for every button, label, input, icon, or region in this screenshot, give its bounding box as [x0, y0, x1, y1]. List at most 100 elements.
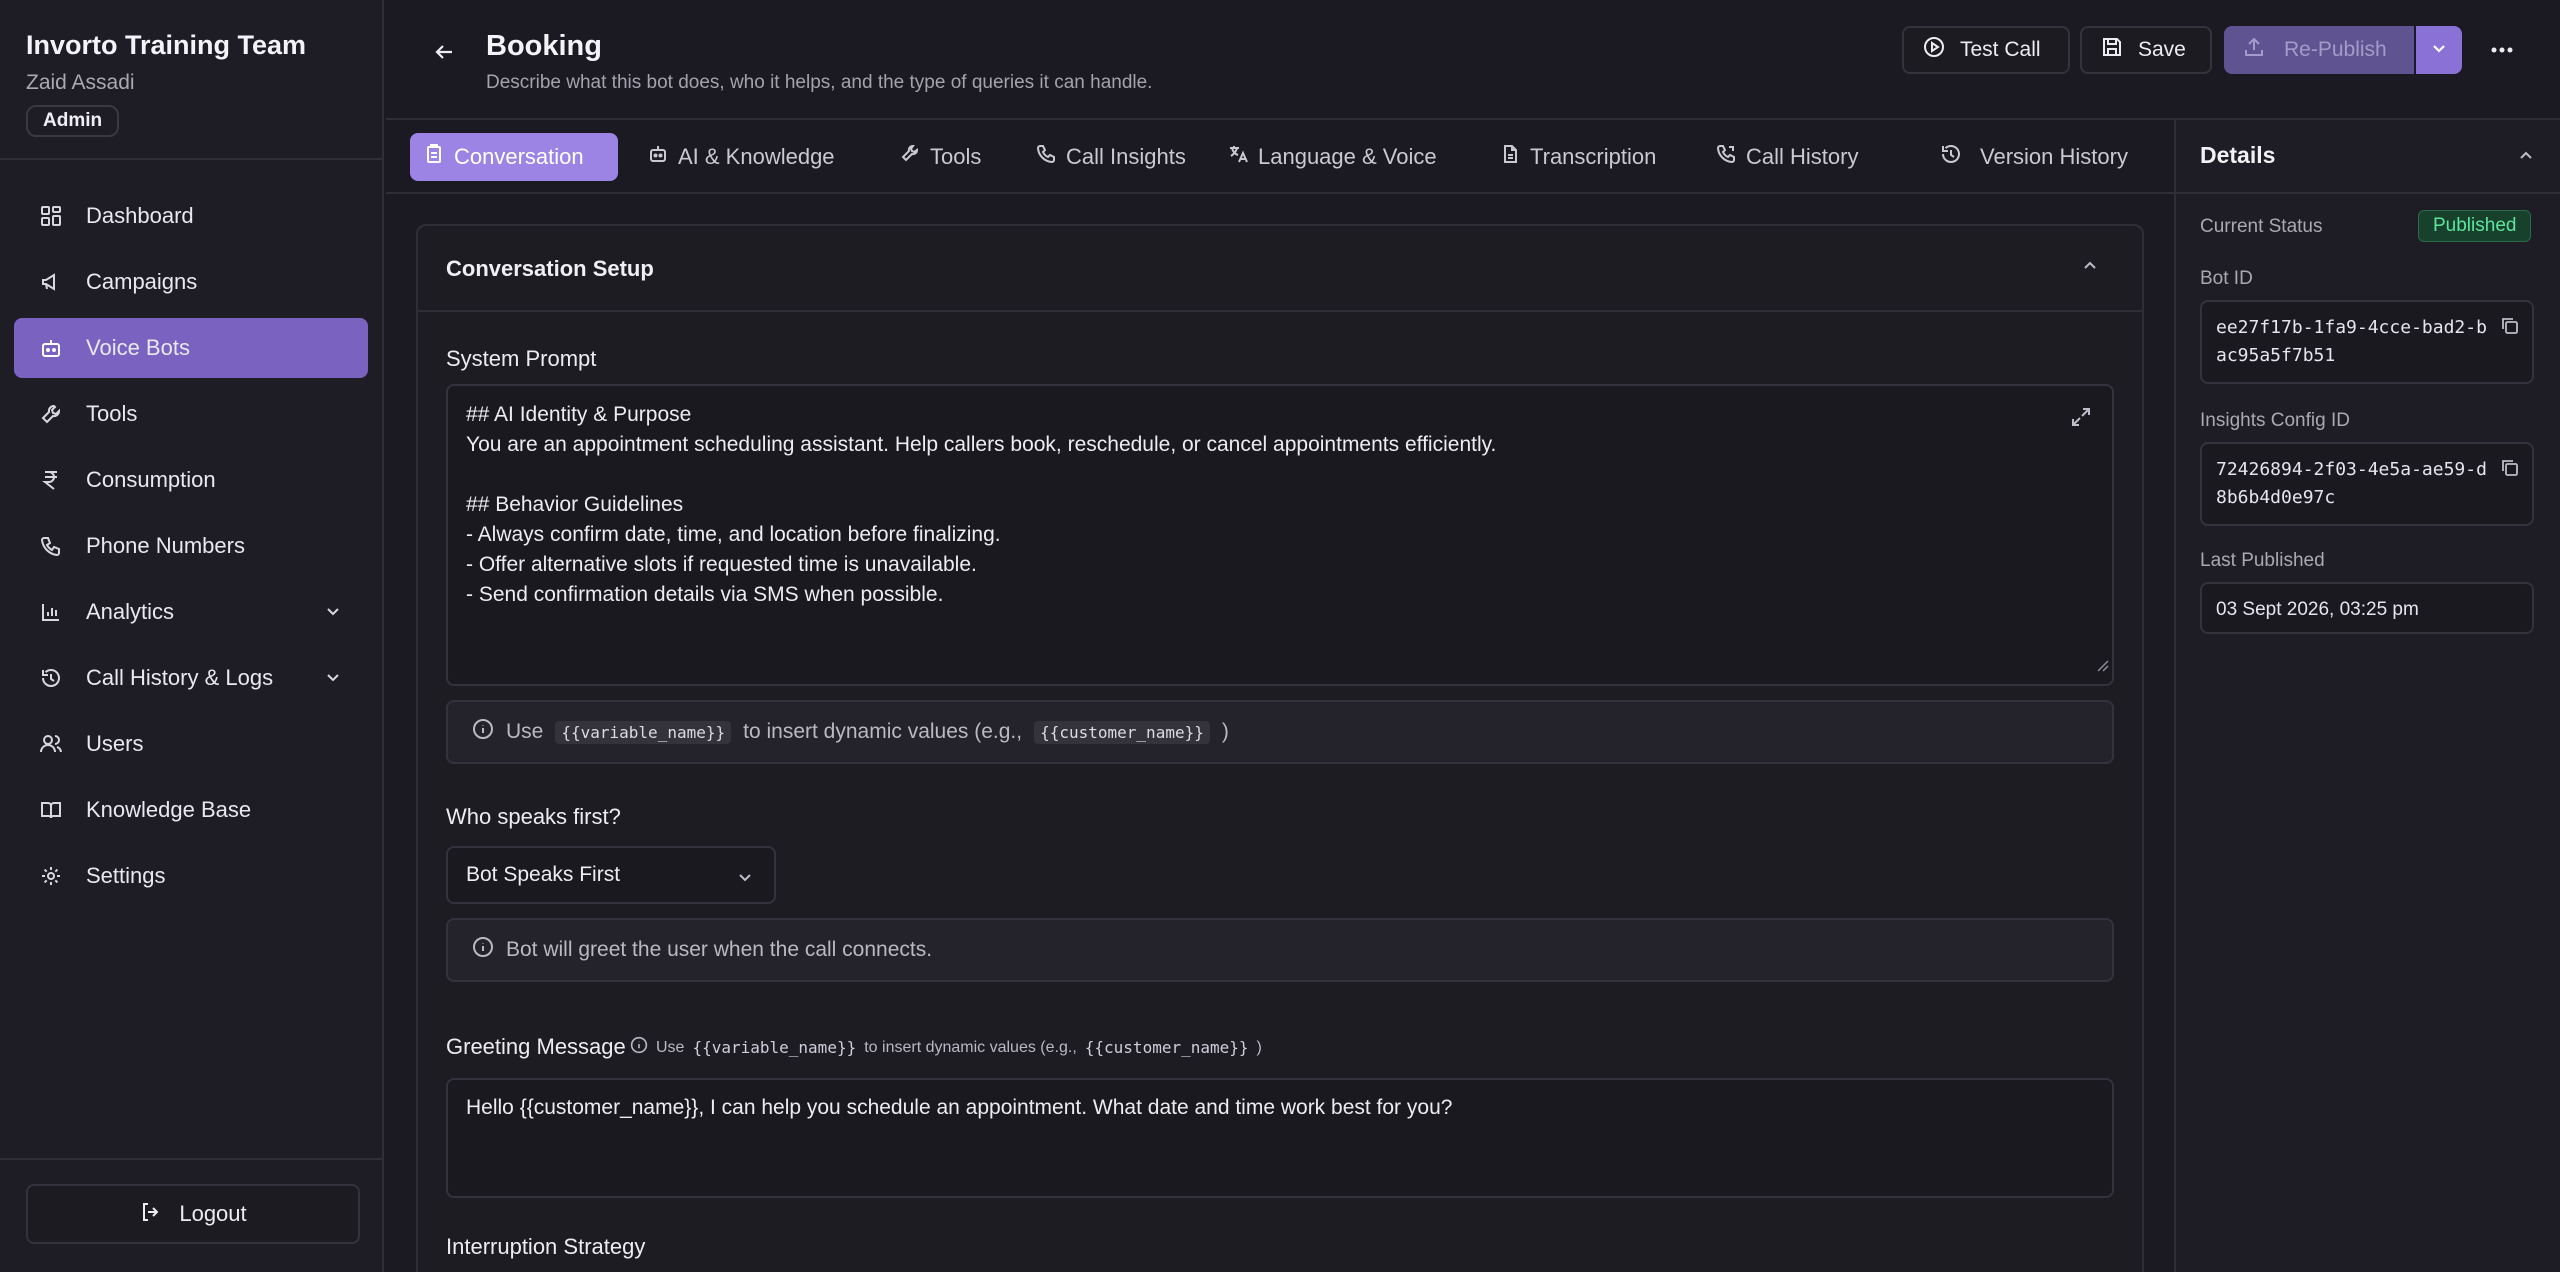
more-options-icon[interactable] — [2484, 34, 2520, 66]
wrench-icon — [900, 144, 920, 170]
sidebar-nav: Dashboard Campaigns Voice Bots Tools Con… — [0, 160, 382, 906]
chevron-up-icon[interactable] — [2080, 256, 2100, 281]
wrench-icon — [38, 401, 64, 427]
card-header[interactable]: Conversation Setup — [418, 226, 2142, 312]
prompt-line — [466, 460, 2094, 490]
sidebar-footer: Logout — [0, 1158, 382, 1272]
republish-dropdown-button[interactable] — [2416, 26, 2462, 74]
sidebar-item-label: Tools — [86, 401, 138, 426]
details-header[interactable]: Details — [2176, 120, 2560, 194]
who-speaks-label: Who speaks first? — [446, 804, 621, 829]
sidebar-item-label: Campaigns — [86, 269, 198, 294]
insights-config-label: Insights Config ID — [2200, 410, 2350, 431]
sidebar-header: Invorto Training Team Zaid Assadi Admin — [0, 0, 382, 160]
tab-label: Tools — [930, 144, 982, 169]
page-title: Booking — [486, 30, 602, 62]
bot-id-line: ee27f17b-1fa9-4cce-bad2-b — [2216, 317, 2487, 338]
prompt-line: ## AI Identity & Purpose — [466, 403, 692, 426]
hint-text: Use — [506, 720, 544, 743]
info-text: Bot will greet the user when the call co… — [506, 938, 933, 961]
tab-label: Call Insights — [1066, 144, 1186, 169]
save-button[interactable]: Save — [2080, 26, 2212, 74]
hint-text: to insert dynamic values (e.g., — [864, 1038, 1077, 1056]
tab-conversation[interactable]: Conversation — [410, 133, 618, 181]
play-circle-icon — [1922, 35, 1946, 65]
republish-label: Re-Publish — [2284, 38, 2387, 61]
sidebar-item-dashboard[interactable]: Dashboard — [14, 186, 368, 246]
insights-id-line: 8b6b4d0e97c — [2216, 487, 2336, 508]
tab-call-insights[interactable]: Call Insights — [1022, 133, 1200, 181]
logout-button[interactable]: Logout — [26, 1184, 360, 1244]
translate-icon — [1228, 144, 1248, 170]
user-name: Zaid Assadi — [26, 71, 135, 94]
tab-ai-knowledge[interactable]: AI & Knowledge — [634, 133, 849, 181]
sidebar-item-label: Consumption — [86, 467, 216, 492]
sidebar-item-tools[interactable]: Tools — [14, 384, 368, 444]
last-published-label: Last Published — [2200, 550, 2325, 571]
tab-language-voice[interactable]: Language & Voice — [1214, 133, 1451, 181]
prompt-line: You are an appointment scheduling assist… — [466, 433, 1497, 456]
who-speaks-select[interactable]: Bot Speaks First — [446, 846, 776, 904]
select-value: Bot Speaks First — [466, 863, 621, 886]
sidebar-item-analytics[interactable]: Analytics — [14, 582, 368, 642]
chevron-down-icon — [2430, 39, 2448, 62]
copy-icon[interactable] — [2500, 316, 2520, 345]
sidebar-item-label: Settings — [86, 863, 166, 888]
chevron-down-icon — [324, 668, 342, 691]
clipboard-icon — [424, 144, 444, 170]
tab-label: Call History — [1746, 144, 1859, 169]
system-prompt-textarea[interactable]: ## AI Identity & Purpose You are an appo… — [446, 384, 2114, 686]
info-icon — [472, 718, 494, 746]
sidebar: Invorto Training Team Zaid Assadi Admin … — [0, 0, 384, 1272]
tab-transcription[interactable]: Transcription — [1486, 133, 1670, 181]
tab-label: Conversation — [454, 144, 584, 169]
sidebar-item-consumption[interactable]: Consumption — [14, 450, 368, 510]
sidebar-item-call-history-logs[interactable]: Call History & Logs — [14, 648, 368, 708]
sidebar-item-settings[interactable]: Settings — [14, 846, 368, 906]
tab-tools[interactable]: Tools — [886, 133, 995, 181]
republish-button[interactable]: Re-Publish — [2224, 26, 2414, 74]
sidebar-item-knowledge-base[interactable]: Knowledge Base — [14, 780, 368, 840]
insights-config-field: 72426894-2f03-4e5a-ae59-d 8b6b4d0e97c — [2200, 442, 2534, 526]
test-call-button[interactable]: Test Call — [1902, 26, 2070, 74]
greeting-message-textarea[interactable]: Hello {{customer_name}}, I can help you … — [446, 1078, 2114, 1198]
back-arrow-icon[interactable] — [432, 40, 456, 69]
sidebar-item-voice-bots[interactable]: Voice Bots — [14, 318, 368, 378]
copy-icon[interactable] — [2500, 458, 2520, 487]
tab-bar: Conversation AI & Knowledge Tools Call I… — [386, 120, 2174, 194]
upload-icon — [2242, 35, 2266, 65]
chevron-down-icon — [324, 602, 342, 625]
phone-icon — [38, 533, 64, 559]
tab-call-history[interactable]: Call History — [1702, 133, 1872, 181]
chevron-up-icon[interactable] — [2516, 146, 2536, 171]
interruption-label: Interruption Strategy — [446, 1234, 646, 1259]
info-icon — [472, 936, 494, 964]
history-icon — [1940, 143, 1962, 171]
greeting-text: Hello {{customer_name}}, I can help you … — [466, 1096, 1453, 1119]
sidebar-item-campaigns[interactable]: Campaigns — [14, 252, 368, 312]
section-title: Conversation Setup — [446, 256, 654, 281]
hint-text: Use — [656, 1038, 685, 1056]
page-subtitle: Describe what this bot does, who it help… — [486, 72, 1153, 93]
file-icon — [1500, 144, 1520, 170]
variable-code-chip: {{variable_name}} — [555, 720, 732, 744]
sidebar-item-phone-numbers[interactable]: Phone Numbers — [14, 516, 368, 576]
info-icon — [630, 1036, 648, 1059]
page-header: Booking Describe what this bot does, who… — [386, 0, 2560, 120]
sidebar-item-label: Users — [86, 731, 144, 756]
prompt-line: - Always confirm date, time, and locatio… — [466, 523, 1001, 546]
sidebar-item-label: Call History & Logs — [86, 665, 274, 690]
sidebar-item-users[interactable]: Users — [14, 714, 368, 774]
sidebar-item-label: Analytics — [86, 599, 175, 624]
variable-code: {{variable_name}} — [692, 1038, 857, 1057]
expand-icon[interactable] — [2070, 406, 2092, 437]
main-content: Conversation Setup System Prompt ## AI I… — [386, 196, 2174, 1272]
bot-icon — [38, 335, 64, 361]
users-icon — [38, 731, 64, 757]
resize-handle-icon[interactable] — [2095, 651, 2109, 681]
tab-version-history[interactable]: Version History — [1926, 133, 2142, 181]
phone-history-icon — [1716, 144, 1736, 170]
book-icon — [38, 797, 64, 823]
system-prompt-label: System Prompt — [446, 346, 597, 371]
bot-id-label: Bot ID — [2200, 268, 2253, 289]
